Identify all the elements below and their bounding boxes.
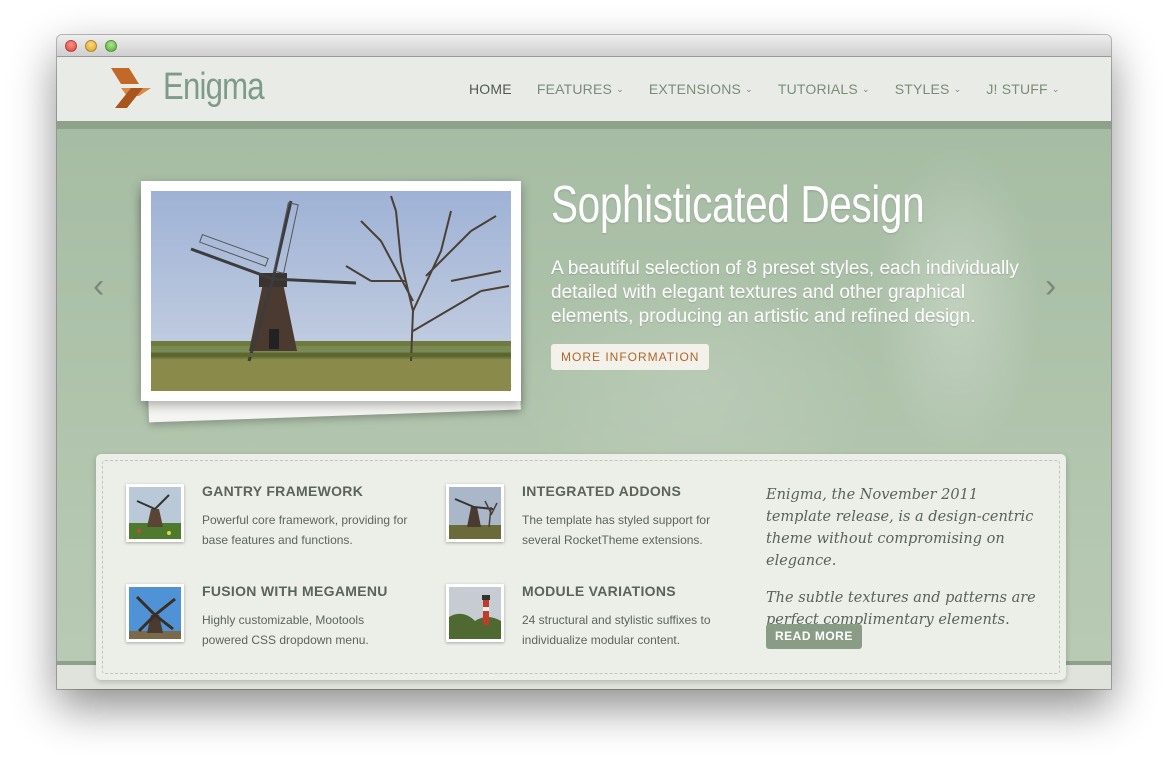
feature-description: The template has styled support for seve…: [522, 513, 711, 547]
nav-item-styles[interactable]: STYLES ⌄: [895, 81, 962, 97]
feature-description: Highly customizable, Mootools powered CS…: [202, 613, 369, 647]
nav-label: EXTENSIONS: [648, 81, 742, 97]
nav-label: TUTORIALS: [777, 81, 858, 97]
enigma-logo-icon[interactable]: [109, 66, 153, 110]
nav-item-home[interactable]: HOME: [469, 81, 512, 97]
slider-prev-arrow-icon[interactable]: ‹: [93, 269, 104, 303]
header-divider: [57, 121, 1111, 129]
nav-item-extensions[interactable]: EXTENSIONS ⌄: [649, 81, 753, 97]
hero-photo-frame: [141, 181, 521, 401]
window-titlebar: [57, 35, 1111, 57]
features-panel: GANTRY FRAMEWORK Powerful core framework…: [96, 454, 1066, 680]
windmill-thumbnail-icon[interactable]: [126, 484, 184, 542]
feature-title[interactable]: FUSION WITH MEGAMENU: [202, 583, 388, 599]
aside-paragraph: Enigma, the November 2011 template relea…: [766, 487, 1034, 569]
nav-label: FEATURES: [536, 81, 613, 97]
nav-item-features[interactable]: FEATURES ⌄: [537, 81, 624, 97]
lighthouse-thumbnail-icon[interactable]: [446, 584, 504, 642]
windmill-photo-icon: [151, 191, 511, 391]
chevron-down-icon: ⌄: [1051, 84, 1060, 94]
brand-name[interactable]: Enigma: [163, 66, 265, 109]
browser-window: Enigma HOME FEATURES ⌄ EXTENSIONS ⌄ TUTORI…: [57, 35, 1111, 689]
close-window-button[interactable]: [65, 40, 77, 52]
nav-label: STYLES: [894, 81, 950, 97]
windmill-thumbnail-icon[interactable]: [446, 484, 504, 542]
nav-item-j-stuff[interactable]: J! STUFF ⌄: [986, 81, 1059, 97]
feature-title[interactable]: INTEGRATED ADDONS: [522, 483, 681, 499]
nav-item-tutorials[interactable]: TUTORIALS ⌄: [778, 81, 870, 97]
chevron-down-icon: ⌄: [616, 84, 624, 94]
read-more-button[interactable]: READ MORE: [766, 624, 862, 649]
slider-next-arrow-icon[interactable]: ›: [1045, 269, 1056, 303]
feature-title[interactable]: MODULE VARIATIONS: [522, 583, 676, 599]
hero-title: Sophisticated Design: [551, 176, 925, 234]
hero-description: A beautiful selection of 8 preset styles…: [551, 258, 1019, 327]
nav-label: J! STUFF: [986, 81, 1048, 97]
nav-label: HOME: [469, 81, 512, 97]
windmill-sky-thumbnail-icon[interactable]: [126, 584, 184, 642]
minimize-window-button[interactable]: [85, 40, 97, 52]
chevron-down-icon: ⌄: [745, 84, 753, 94]
chevron-down-icon: ⌄: [861, 84, 870, 94]
site-header: Enigma HOME FEATURES ⌄ EXTENSIONS ⌄ TUTORI…: [57, 57, 1111, 143]
feature-description: 24 structural and stylistic suffixes to …: [522, 613, 711, 647]
feature-description: Powerful core framework, providing for b…: [202, 513, 408, 547]
template-description: Enigma, the November 2011 template relea…: [766, 484, 1036, 646]
feature-title[interactable]: GANTRY FRAMEWORK: [202, 483, 363, 499]
zoom-window-button[interactable]: [105, 40, 117, 52]
more-information-button[interactable]: MORE INFORMATION: [551, 344, 710, 370]
main-navigation: HOME FEATURES ⌄ EXTENSIONS ⌄ TUTORIALS ⌄ ST…: [469, 81, 1085, 97]
chevron-down-icon: ⌄: [953, 84, 962, 94]
